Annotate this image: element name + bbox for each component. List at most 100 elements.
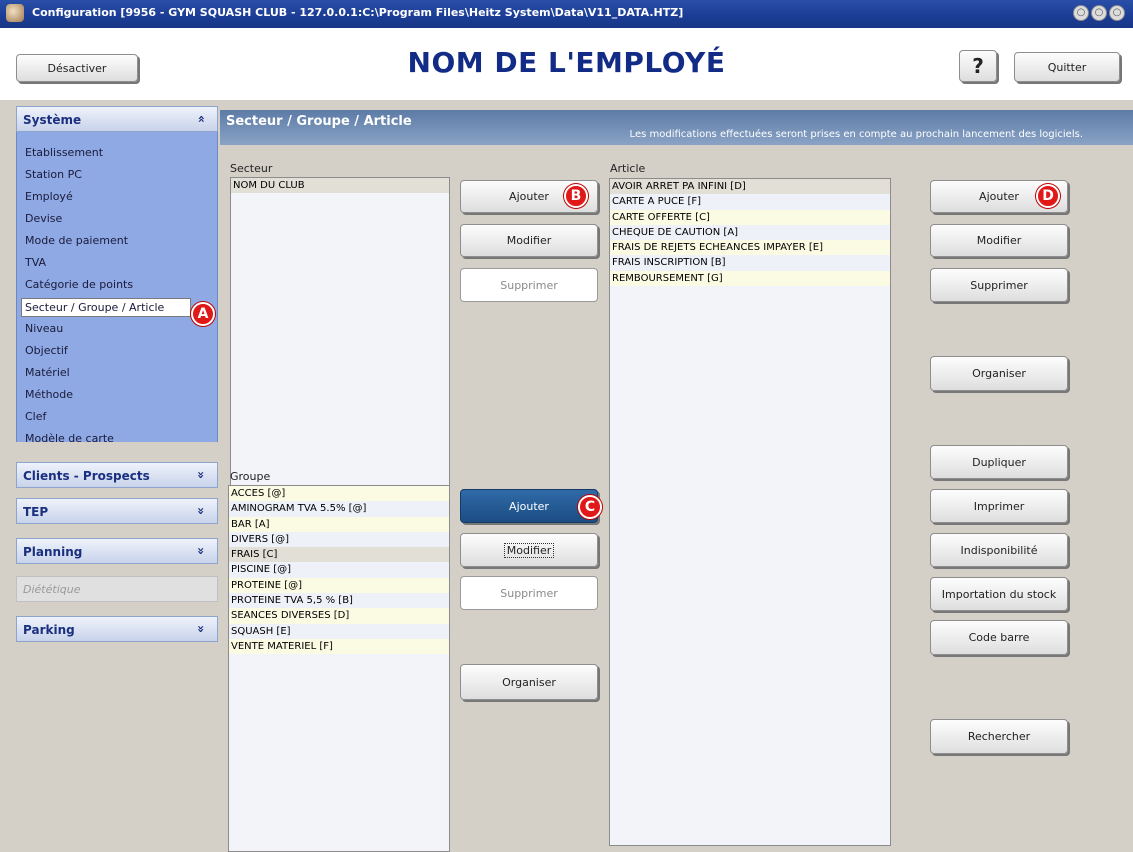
list-item[interactable]: CHEQUE DE CAUTION [A] <box>610 224 890 241</box>
button-label: Imprimer <box>973 499 1025 513</box>
list-item[interactable]: SEANCES DIVERSES [D] <box>229 608 449 624</box>
maximize-icon[interactable]: ○ <box>1091 5 1107 21</box>
close-icon[interactable]: ○ <box>1109 5 1125 21</box>
article-print-button[interactable]: Imprimer <box>930 489 1068 523</box>
button-label: Rechercher <box>967 730 1031 743</box>
sidebar-section-planning[interactable]: Planning » <box>16 538 218 564</box>
window-controls: ○ ○ ○ <box>1073 5 1125 21</box>
article-import-stock-button[interactable]: Importation du stock <box>930 577 1068 611</box>
list-item[interactable]: FRAIS DE REJETS ECHEANCES IMPAYER [E] <box>610 240 890 256</box>
sidebar-section-label: Clients - Prospects <box>23 469 150 483</box>
button-label: Ajouter <box>979 190 1019 203</box>
sidebar-systeme-list: Etablissement Station PC Employé Devise … <box>16 132 218 445</box>
article-organize-button[interactable]: Organiser <box>930 356 1068 391</box>
list-item[interactable]: CARTE OFFERTE [C] <box>610 209 890 225</box>
article-search-button[interactable]: Rechercher <box>930 719 1068 754</box>
groupe-list[interactable]: ACCES [@] AMINOGRAM TVA 5.5% [@] BAR [A]… <box>228 485 450 852</box>
article-label: Article <box>610 162 646 175</box>
annotation-marker-c: C <box>578 495 602 519</box>
list-item[interactable]: NOM DU CLUB <box>231 178 449 194</box>
sidebar-section-label: TEP <box>23 505 49 519</box>
secteur-label: Secteur <box>230 162 273 175</box>
list-item[interactable]: AVOIR ARRET PA INFINI [D] <box>610 179 890 195</box>
list-item[interactable]: PROTEINE TVA 5,5 % [B] <box>229 593 449 609</box>
button-label: Dupliquer <box>972 455 1026 469</box>
sidebar-section-clients-prospects[interactable]: Clients - Prospects » <box>16 462 218 488</box>
sidebar-item-station-pc[interactable]: Station PC <box>25 168 82 181</box>
groupe-edit-button[interactable]: Modifier <box>460 533 598 567</box>
quit-button-label: Quitter <box>1047 60 1087 74</box>
sidebar-item-clef[interactable]: Clef <box>25 410 46 423</box>
section-note: Les modifications effectuées seront pris… <box>629 129 1083 140</box>
main-panel: Secteur / Groupe / Article Les modificat… <box>218 100 1133 852</box>
list-item[interactable]: VENTE MATERIEL [F] <box>229 638 449 655</box>
help-button[interactable]: ? <box>959 50 997 82</box>
sidebar-item-modele-de-carte[interactable]: Modèle de carte <box>25 432 114 445</box>
sidebar-item-devise[interactable]: Devise <box>25 212 62 225</box>
article-duplicate-button[interactable]: Dupliquer <box>930 445 1068 479</box>
button-label: Modifier <box>506 234 552 247</box>
article-delete-button[interactable]: Supprimer <box>930 268 1068 302</box>
sidebar-item-niveau[interactable]: Niveau <box>25 322 63 335</box>
button-label: Indisponibilité <box>960 543 1038 557</box>
sidebar-item-mode-de-paiement[interactable]: Mode de paiement <box>25 234 128 247</box>
list-item[interactable]: SQUASH [E] <box>229 623 449 639</box>
list-item[interactable]: PISCINE [@] <box>229 562 449 578</box>
groupe-organize-button[interactable]: Organiser <box>460 664 598 700</box>
chevron-up-icon: » <box>194 115 209 123</box>
minimize-icon[interactable]: ○ <box>1073 5 1089 21</box>
sidebar-item-methode[interactable]: Méthode <box>25 388 73 401</box>
button-label: Modifier <box>503 542 555 558</box>
list-item[interactable]: PROTEINE [@] <box>229 577 449 594</box>
sidebar-item-objectif[interactable]: Objectif <box>25 344 68 357</box>
sidebar-section-label: Planning <box>23 545 83 559</box>
window-title: Configuration [9956 - GYM SQUASH CLUB - … <box>32 6 684 19</box>
article-edit-button[interactable]: Modifier <box>930 224 1068 257</box>
annotation-marker-b: B <box>564 184 588 208</box>
list-item[interactable]: ACCES [@] <box>229 486 449 502</box>
button-label: Supprimer <box>500 278 558 292</box>
list-item-selected[interactable]: FRAIS [C] <box>229 547 449 563</box>
list-item[interactable]: BAR [A] <box>229 516 449 532</box>
button-label: Organiser <box>502 675 556 689</box>
button-label: Supprimer <box>500 586 558 600</box>
secteur-delete-button[interactable]: Supprimer <box>460 268 598 302</box>
sidebar-item-materiel[interactable]: Matériel <box>25 366 70 379</box>
button-label: Importation du stock <box>941 587 1057 601</box>
list-item[interactable]: DIVERS [@] <box>229 531 449 548</box>
app-icon <box>6 4 24 22</box>
section-banner: Secteur / Groupe / Article Les modificat… <box>220 110 1133 145</box>
sidebar-item-categorie-de-points[interactable]: Catégorie de points <box>25 278 133 291</box>
sidebar: Système » Etablissement Station PC Emplo… <box>14 100 218 852</box>
list-item[interactable]: CARTE A PUCE [F] <box>610 194 890 210</box>
sidebar-item-etablissement[interactable]: Etablissement <box>25 146 103 159</box>
section-title: Secteur / Groupe / Article <box>226 114 412 129</box>
sidebar-item-tva[interactable]: TVA <box>25 256 46 269</box>
help-icon: ? <box>972 54 984 78</box>
list-item[interactable]: FRAIS INSCRIPTION [B] <box>610 255 890 271</box>
annotation-marker-d: D <box>1036 184 1060 208</box>
sidebar-section-systeme[interactable]: Système » <box>16 106 218 132</box>
groupe-label: Groupe <box>230 470 271 483</box>
button-label: Supprimer <box>970 278 1028 292</box>
button-label: Organiser <box>972 367 1026 380</box>
button-label: Modifier <box>976 234 1022 247</box>
groupe-delete-button[interactable]: Supprimer <box>460 576 598 610</box>
button-label: Ajouter <box>509 190 549 203</box>
chevron-down-icon: » <box>194 625 209 633</box>
quit-button[interactable]: Quitter <box>1014 52 1120 82</box>
list-item[interactable]: AMINOGRAM TVA 5.5% [@] <box>229 501 449 517</box>
sidebar-section-dietetique: Diététique <box>16 576 218 602</box>
sidebar-item-employe[interactable]: Employé <box>25 190 73 203</box>
chevron-down-icon: » <box>194 547 209 555</box>
sidebar-section-tep[interactable]: TEP » <box>16 498 218 524</box>
article-unavailability-button[interactable]: Indisponibilité <box>930 533 1068 567</box>
window-titlebar: Configuration [9956 - GYM SQUASH CLUB - … <box>0 0 1133 28</box>
sidebar-item-secteur-groupe-article[interactable]: Secteur / Groupe / Article <box>21 298 191 317</box>
secteur-edit-button[interactable]: Modifier <box>460 224 598 257</box>
article-barcode-button[interactable]: Code barre <box>930 620 1068 655</box>
button-label: Ajouter <box>509 499 549 513</box>
article-list[interactable]: AVOIR ARRET PA INFINI [D] CARTE A PUCE [… <box>609 178 891 846</box>
list-item[interactable]: REMBOURSEMENT [G] <box>610 270 890 287</box>
sidebar-section-parking[interactable]: Parking » <box>16 616 218 642</box>
